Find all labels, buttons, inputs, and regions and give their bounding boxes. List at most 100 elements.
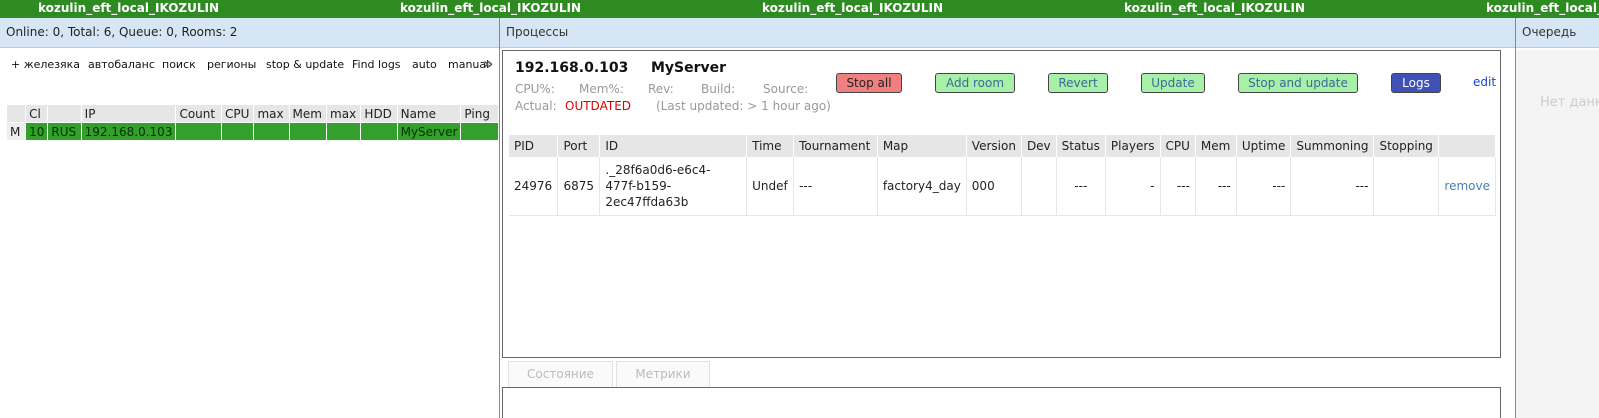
actual-label: Actual:	[515, 99, 557, 113]
column-header: Summoning	[1290, 135, 1375, 157]
queue-body: Нет данных	[1516, 50, 1599, 418]
server-ip: 192.168.0.103	[515, 60, 629, 76]
id-line: 477f-b159-	[605, 178, 672, 193]
chevron-right-double-icon[interactable]: »	[483, 54, 493, 73]
servers-panel: Online: 0, Total: 6, Queue: 0, Rooms: 2 …	[0, 18, 500, 418]
column-header: Stopping	[1373, 135, 1440, 157]
topbar-label: kozulin_eft_local_IKOZULIN	[1124, 1, 1306, 15]
column-header: Mem	[288, 104, 328, 123]
column-header: PID	[509, 135, 559, 157]
build-label: Build:	[701, 82, 736, 96]
table-cell	[221, 122, 255, 141]
tab-content	[502, 387, 1501, 418]
last-updated: (Last updated: > 1 hour ago)	[656, 99, 831, 113]
column-header: max	[253, 104, 290, 123]
column-header: Time	[746, 135, 795, 157]
edit-link[interactable]: edit	[1473, 75, 1496, 89]
table-cell: MyServer	[396, 122, 462, 141]
logs-button[interactable]: Logs	[1391, 73, 1441, 93]
table-row[interactable]: 24976 6875 ._28f6a0d6-e6c4- 477f-b159- 2…	[509, 157, 1496, 216]
remove-link[interactable]: remove	[1438, 157, 1496, 216]
auto-link[interactable]: auto	[412, 58, 437, 71]
table-header-row: Cl IP Count CPU max Mem max HDD Name Pin…	[5, 104, 499, 123]
top-bar: kozulin_eft_local_IKOZULIN kozulin_eft_l…	[0, 0, 1599, 18]
players-cell: -	[1105, 157, 1161, 216]
column-header: HDD	[360, 104, 398, 123]
add-room-button[interactable]: Add room	[935, 73, 1015, 93]
table-cell	[360, 122, 398, 141]
revert-button[interactable]: Revert	[1048, 73, 1108, 93]
topbar-label: kozulin_eft_local_IKOZULIN	[400, 1, 582, 15]
column-header: Mem	[1195, 135, 1237, 157]
topbar-label: kozulin_eft_local_IKOZULIN	[762, 1, 944, 15]
column-header: Ping	[460, 104, 499, 123]
column-header: ID	[599, 135, 748, 157]
processes-table: PID Port ID Time Tournament Map Version …	[509, 135, 1496, 216]
processes-panel: Процессы 192.168.0.103 MyServer CPU%: Me…	[500, 18, 1515, 418]
topbar-label: kozulin_eft_local_IKOZULIN	[1486, 1, 1599, 15]
tab-state[interactable]: Состояние	[508, 361, 613, 387]
column-header	[5, 104, 27, 123]
server-name: MyServer	[651, 60, 727, 76]
table-cell: M	[5, 122, 27, 141]
version-cell: 000	[966, 157, 1022, 216]
table-cell: 192.168.0.103	[80, 122, 177, 141]
summoning-cell: ---	[1290, 157, 1375, 216]
add-hardware-link[interactable]: + железяка	[11, 58, 80, 71]
cpu-cell: ---	[1160, 157, 1196, 216]
table-row[interactable]: M 10 RUS 192.168.0.103 MyServer	[5, 122, 499, 141]
servers-table: Cl IP Count CPU max Mem max HDD Name Pin…	[5, 104, 499, 141]
id-cell: ._28f6a0d6-e6c4- 477f-b159- 2ec47ffda63b	[599, 157, 748, 216]
server-details: 192.168.0.103 MyServer CPU%: Mem%: Rev: …	[502, 50, 1501, 358]
table-cell	[326, 122, 362, 141]
autobalance-link[interactable]: автобаланс	[88, 58, 155, 71]
actual-status: OUTDATED	[565, 99, 632, 113]
stopping-cell	[1373, 157, 1440, 216]
column-header: Version	[966, 135, 1022, 157]
tab-metrics[interactable]: Метрики	[616, 361, 710, 387]
column-header	[47, 104, 82, 123]
queue-title: Очередь	[1516, 18, 1599, 48]
regions-link[interactable]: регионы	[207, 58, 256, 71]
mem-label: Mem%:	[579, 82, 624, 96]
column-header: Name	[396, 104, 462, 123]
processes-title: Процессы	[500, 18, 1515, 48]
column-header: Tournament	[793, 135, 878, 157]
servers-toolbar: + железяка автобаланс поиск регионы stop…	[0, 48, 499, 82]
cpu-label: CPU%:	[515, 82, 555, 96]
time-cell: Undef	[746, 157, 795, 216]
column-header: IP	[80, 104, 177, 123]
table-cell	[288, 122, 328, 141]
id-line: ._28f6a0d6-e6c4-	[605, 162, 711, 177]
port-cell: 6875	[557, 157, 601, 216]
table-cell	[253, 122, 290, 141]
queue-empty-text: Нет данных	[1540, 95, 1599, 110]
column-header: CPU	[1160, 135, 1196, 157]
dev-cell	[1021, 157, 1057, 216]
table-cell	[175, 122, 223, 141]
column-header: Status	[1056, 135, 1106, 157]
status-cell: ---	[1056, 157, 1106, 216]
column-header: Players	[1105, 135, 1161, 157]
source-label: Source:	[763, 82, 809, 96]
pid-cell: 24976	[509, 157, 559, 216]
column-header: Port	[557, 135, 601, 157]
update-button[interactable]: Update	[1141, 73, 1205, 93]
search-link[interactable]: поиск	[162, 58, 196, 71]
column-header: max	[326, 104, 362, 123]
column-header: CPU	[221, 104, 255, 123]
find-logs-link[interactable]: Find logs	[352, 58, 401, 71]
table-cell: 10	[25, 122, 49, 141]
column-header: Count	[175, 104, 223, 123]
stop-all-button[interactable]: Stop all	[836, 73, 902, 93]
tournament-cell: ---	[793, 157, 878, 216]
rev-label: Rev:	[648, 82, 674, 96]
stop-update-link[interactable]: stop & update	[266, 58, 344, 71]
stop-and-update-button[interactable]: Stop and update	[1238, 73, 1358, 93]
uptime-cell: ---	[1236, 157, 1292, 216]
id-line: 2ec47ffda63b	[605, 194, 689, 209]
topbar-label: kozulin_eft_local_IKOZULIN	[38, 1, 220, 15]
column-header: Cl	[25, 104, 49, 123]
column-header: Map	[877, 135, 967, 157]
queue-panel: Очередь Нет данных	[1515, 18, 1599, 418]
